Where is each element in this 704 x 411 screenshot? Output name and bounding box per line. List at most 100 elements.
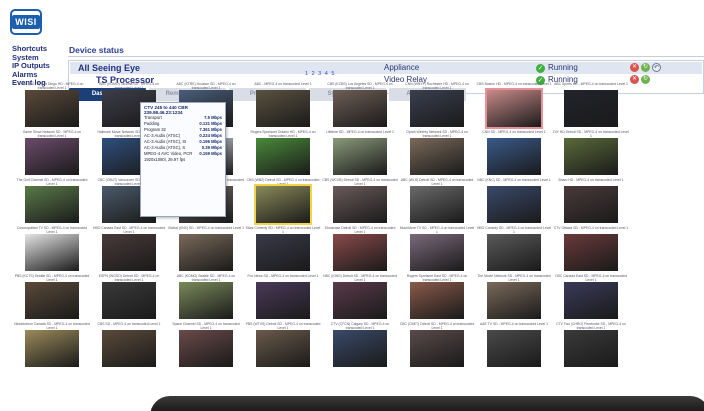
channel-caption: Game Show Network SD - MPEG-4 on transco… — [22, 130, 82, 138]
channel-thumbnail[interactable] — [487, 282, 541, 319]
channel-thumbnail[interactable] — [179, 330, 233, 367]
channel-thumbnail[interactable] — [487, 138, 541, 175]
channel-tile[interactable]: MuchMore TV SD - MPEG-4 on transcoded Le… — [399, 226, 475, 272]
channel-tile[interactable]: CBS (KCBS) Los Angeles SD - MPEG-4 on tr… — [322, 82, 398, 128]
channel-tile[interactable]: Bravo HD - MPEG-4 on transcoded Level 1 — [553, 178, 629, 224]
stream-tooltip: CTV 245 to 440 CBR 239.98.46.23:1234 Tra… — [140, 102, 226, 217]
back-icon[interactable]: ↶ — [652, 63, 661, 72]
channel-thumbnail[interactable] — [333, 90, 387, 127]
stop-icon[interactable]: ✕ — [630, 63, 639, 72]
channel-caption: Bravo HD - MPEG-4 on transcoded Level 1 — [558, 178, 624, 182]
channel-tile[interactable]: Space Channel SD - MPEG-4 on transcoded … — [168, 322, 244, 368]
channel-tile[interactable]: Lifetime SD - MPEG-4 on transcoded Level… — [322, 130, 398, 176]
channel-thumbnail[interactable] — [564, 138, 618, 175]
channel-tile[interactable]: CTV (CFCN) Calgary SD - MPEG-4 on transc… — [322, 322, 398, 368]
device-row[interactable]: All Seeing Eye Appliance ✓ Running ✕ ↻ ↶ — [70, 62, 702, 74]
channel-thumbnail[interactable] — [333, 282, 387, 319]
channel-tile[interactable]: ABC (WLS) Detroit SD - MPEG-4 on transco… — [399, 178, 475, 224]
channel-thumbnail[interactable] — [487, 234, 541, 271]
channel-tile[interactable]: HBO Canada East SD - MPEG-4 on transcode… — [91, 226, 167, 272]
channel-tile[interactable]: Rogers Sportsnet East SD - MPEG-4 on tra… — [399, 274, 475, 320]
channel-thumbnail[interactable] — [102, 234, 156, 271]
channel-tile[interactable]: Fox News SD - MPEG-4 on transcoded Level… — [245, 274, 321, 320]
channel-caption: The Movie Network SD - MPEG-4 on transco… — [477, 274, 551, 282]
channel-thumbnail[interactable] — [333, 330, 387, 367]
channel-thumbnail[interactable] — [410, 138, 464, 175]
channel-tile[interactable]: ABC (KOMO) Seattle SD - MPEG-4 on transc… — [168, 274, 244, 320]
channel-tile[interactable]: PBS (WTVS) Detroit SD - MPEG-4 on transc… — [245, 322, 321, 368]
refresh-icon[interactable]: ↻ — [641, 75, 650, 84]
channel-thumbnail[interactable] — [256, 282, 310, 319]
channel-tile[interactable]: Rogers Sportsnet Ontario HD - MPEG-4 on … — [245, 130, 321, 176]
channel-thumbnail[interactable] — [256, 234, 310, 271]
channel-tile[interactable]: ABC Sports HD - MPEG-4 on transcoded Lev… — [553, 82, 629, 128]
channel-thumbnail[interactable] — [410, 90, 464, 127]
channel-caption: CBS SD - MPEG-4 on transcoded Level 1 — [97, 322, 161, 326]
channel-thumbnail[interactable] — [564, 234, 618, 271]
channel-tile[interactable]: ESPN (WGSO) Detroit SD - MPEG-4 on trans… — [91, 274, 167, 320]
channel-thumbnail[interactable] — [487, 186, 541, 223]
channel-thumbnail[interactable] — [25, 330, 79, 367]
channel-thumbnail[interactable] — [256, 138, 310, 175]
channel-tile[interactable]: Global (KNX) SD - MPEG-4 on transcoded L… — [168, 226, 244, 272]
channel-caption: HBO Comedy SD - MPEG-4 on transcoded Lev… — [476, 226, 552, 234]
stop-icon[interactable]: ✕ — [630, 75, 639, 84]
channel-tile[interactable]: CBS (WCVB) Detroit SD - MPEG-4 on transc… — [322, 178, 398, 224]
channel-caption: The Golf Channel SD - MPEG-4 on transcod… — [16, 178, 88, 186]
channel-thumbnail[interactable] — [25, 90, 79, 127]
channel-thumbnail[interactable] — [410, 282, 464, 319]
channel-thumbnail[interactable] — [256, 330, 310, 367]
device-name[interactable]: All Seeing Eye — [78, 62, 140, 74]
channel-tile[interactable]: DIY HD Detroit SD - MPEG-4 on transcoded… — [553, 130, 629, 176]
channel-thumbnail[interactable] — [256, 90, 310, 127]
channel-thumbnail[interactable] — [254, 184, 312, 225]
channel-tile[interactable]: CNN (WNYT) Rochester HD - MPEG-4 on tran… — [399, 82, 475, 128]
channel-tile[interactable]: Showcase Detroit SD - MPEG-4 on transcod… — [322, 226, 398, 272]
channel-tile[interactable]: HBO Comedy SD - MPEG-4 on transcoded Lev… — [476, 226, 552, 272]
channel-thumbnail[interactable] — [25, 282, 79, 319]
channel-thumbnail[interactable] — [487, 330, 541, 367]
channel-thumbnail[interactable] — [564, 90, 618, 127]
channel-thumbnail[interactable] — [25, 186, 79, 223]
channel-tile[interactable]: PBS (KCTS) Seattle SD - MPEG-4 on transc… — [14, 274, 90, 320]
channel-thumbnail[interactable] — [333, 138, 387, 175]
channel-thumbnail[interactable] — [564, 330, 618, 367]
channel-tile[interactable]: NBC (KNC) SD - MPEG-4 on transcoded Leve… — [476, 178, 552, 224]
channel-tile[interactable]: Starz Comedy SD - MPEG-4 on transcoded L… — [245, 226, 321, 272]
channel-thumbnail[interactable] — [102, 282, 156, 319]
channel-tile[interactable]: CTV Ottawa SD - MPEG-4 on transcoded Lev… — [553, 226, 629, 272]
channel-thumbnail[interactable] — [25, 234, 79, 271]
channel-tile[interactable]: ABC - MPEG-4 on transcoded Level 1 — [245, 82, 321, 128]
channel-tile[interactable]: CBS (WBZ) Detroit SD - MPEG-4 on transco… — [245, 178, 321, 225]
channel-thumbnail[interactable] — [564, 186, 618, 223]
refresh-icon[interactable]: ↻ — [641, 63, 650, 72]
channel-tile[interactable]: CBC Canada East SD - MPEG-4 on transcode… — [553, 274, 629, 320]
channel-thumbnail[interactable] — [410, 234, 464, 271]
channel-tile[interactable]: The Golf Channel SD - MPEG-4 on transcod… — [14, 178, 90, 224]
channel-tile[interactable]: CBC (CBET) Detroit SD - MPEG-4 on transc… — [399, 322, 475, 368]
channel-thumbnail[interactable] — [333, 186, 387, 223]
channel-tile[interactable]: NBC (KING) Detroit SD - MPEG-4 on transc… — [322, 274, 398, 320]
channel-thumbnail[interactable] — [485, 88, 543, 129]
channel-tile[interactable]: ABC (KGTV) San Diego HD - MPEG-4 on tran… — [14, 82, 90, 128]
channel-tile[interactable]: CNN SD - MPEG-4 on transcoded Level 1 — [476, 130, 552, 176]
channel-caption: CTV (CFCN) Calgary SD - MPEG-4 on transc… — [330, 322, 390, 330]
pagination[interactable]: 1 2 3 4 5 — [305, 71, 335, 77]
channel-tile[interactable]: Oprah Winfrey Network SD - MPEG-4 on tra… — [399, 130, 475, 176]
channel-thumbnail[interactable] — [102, 330, 156, 367]
channel-thumbnail[interactable] — [410, 330, 464, 367]
channel-tile[interactable]: Nickelodeon Canada SD - MPEG-4 on transc… — [14, 322, 90, 368]
channel-tile[interactable]: Cosmopolitan TV SD - MPEG-4 on transcode… — [14, 226, 90, 272]
channel-thumbnail[interactable] — [410, 186, 464, 223]
channel-thumbnail[interactable] — [25, 138, 79, 175]
channel-tile[interactable]: CBS SD - MPEG-4 on transcoded Level 1 — [91, 322, 167, 368]
channel-thumbnail[interactable] — [179, 234, 233, 271]
channel-tile[interactable]: CTV Two (CHRO) Pembroke SD - MPEG-4 on t… — [553, 322, 629, 368]
channel-tile[interactable]: The Movie Network SD - MPEG-4 on transco… — [476, 274, 552, 320]
channel-tile[interactable]: CBS Boston HD - MPEG-4 on transcoded Lev… — [476, 82, 552, 129]
channel-thumbnail[interactable] — [333, 234, 387, 271]
channel-tile[interactable]: A&E TV SD - MPEG-4 on transcoded Level 1 — [476, 322, 552, 368]
channel-tile[interactable]: Game Show Network SD - MPEG-4 on transco… — [14, 130, 90, 176]
channel-thumbnail[interactable] — [564, 282, 618, 319]
channel-thumbnail[interactable] — [179, 282, 233, 319]
